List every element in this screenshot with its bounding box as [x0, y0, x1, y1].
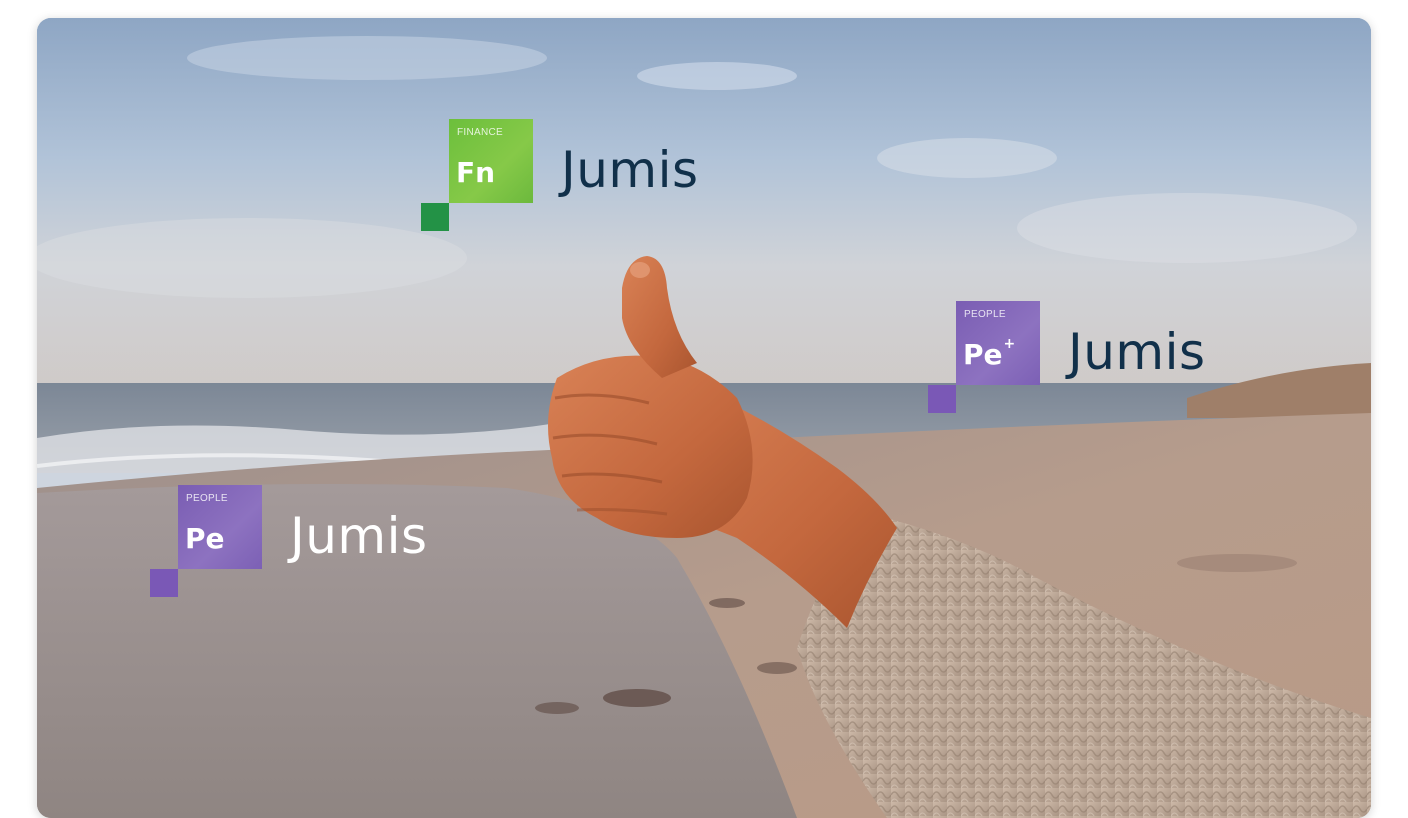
finance-category-label: FINANCE	[457, 127, 503, 138]
people-corner-square	[150, 569, 178, 597]
people-category-label: PEOPLE	[186, 493, 228, 504]
finance-brand-name: Jumis	[561, 141, 699, 199]
people-symbol: Pe	[185, 522, 225, 555]
people-brand-name: Jumis	[290, 507, 428, 565]
plus-superscript: +	[1003, 335, 1016, 352]
finance-corner-square	[421, 203, 449, 231]
people-plus-corner-square	[928, 385, 956, 413]
hero-card: FINANCE Fn Jumis PEOPLE Pe+ Jumis PEOPLE…	[37, 18, 1371, 818]
beach-thumbs-up-photo	[37, 18, 1371, 818]
people-plus-symbol: Pe+	[963, 335, 1016, 371]
people-plus-brand-name: Jumis	[1068, 323, 1206, 381]
finance-symbol: Fn	[456, 156, 496, 189]
people-plus-category-label: PEOPLE	[964, 309, 1006, 320]
